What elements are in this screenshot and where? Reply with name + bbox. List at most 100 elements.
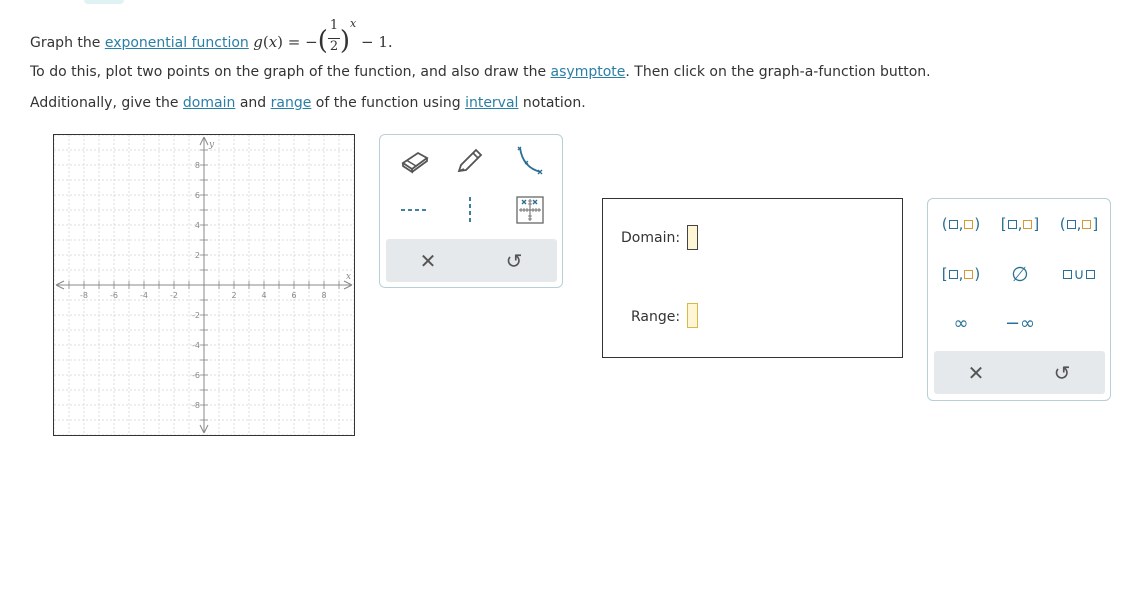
y-tick-label: -2: [192, 311, 200, 320]
fraction-denominator: 2: [329, 39, 339, 54]
exponential-curve-icon: [517, 146, 543, 175]
domain-link[interactable]: domain: [183, 95, 235, 111]
range-input[interactable]: [687, 303, 698, 328]
y-tick-label: 4: [195, 221, 200, 230]
blank-box-icon: [1082, 219, 1092, 229]
answer-box: Domain: Range:: [602, 198, 903, 358]
pencil-icon: [457, 148, 483, 173]
blank-box-icon: [1086, 269, 1096, 279]
dashed-line-icon: [401, 209, 427, 211]
blank-box-icon: [1007, 219, 1017, 229]
palette-undo-button[interactable]: ↺: [1020, 351, 1104, 394]
problem-line-3: Additionally, give the domain and range …: [30, 95, 586, 111]
x-axis-label: x: [346, 272, 351, 282]
toolbox-actions: ✕ ↺: [386, 239, 557, 282]
y-axis-label: y: [208, 140, 215, 150]
problem-text: and: [239, 95, 267, 111]
blank-box-icon: [948, 219, 958, 229]
paren-right: ): [974, 215, 981, 233]
undo-icon: ↺: [1053, 360, 1071, 385]
function-expression: g(x) = −( 1 2 )x − 1.: [253, 17, 393, 56]
blank-box-icon: [1066, 219, 1076, 229]
problem-text: To do this, plot two points on the graph…: [30, 64, 547, 80]
infinity-icon: ∞: [953, 312, 969, 334]
close-icon: ✕: [967, 360, 985, 385]
left-paren: (: [317, 26, 328, 56]
fraction: 1 2: [327, 18, 340, 56]
blank-box-icon: [1062, 269, 1072, 279]
graph-canvas[interactable]: -8 -6 -4 -2 2 4 6 8 8 6 4 2 -2 -4 -6 -8 x y: [54, 135, 354, 435]
blank-box-icon: [964, 219, 974, 229]
empty-set-icon: ∅: [1011, 262, 1029, 286]
open-open-interval-button[interactable]: (,): [936, 211, 986, 237]
exponential-function-link[interactable]: exponential function: [105, 35, 249, 51]
problem-line-1: Graph the exponential function g(x) = −(…: [30, 17, 393, 60]
blank-box-icon: [1023, 219, 1033, 229]
palette-clear-button[interactable]: ✕: [934, 351, 1018, 394]
function-variable: x: [268, 33, 278, 51]
function-name: g: [253, 33, 263, 51]
y-tick-label: 8: [195, 161, 200, 170]
paren-left: (: [1059, 215, 1066, 233]
comma: ,: [958, 265, 964, 283]
y-tick-label: -6: [192, 371, 200, 380]
function-tail: − 1.: [361, 33, 393, 51]
problem-text: . Then click on the graph-a-function but…: [625, 64, 931, 80]
interval-link[interactable]: interval: [465, 95, 518, 111]
x-tick-label: 8: [321, 291, 326, 300]
pencil-tool[interactable]: [450, 141, 490, 181]
comma: ,: [958, 215, 964, 233]
range-link[interactable]: range: [271, 95, 312, 111]
equals-sign: =: [287, 33, 301, 51]
negative-infinity-icon: −∞: [1004, 312, 1036, 334]
vertical-dashed-line-tool[interactable]: [450, 190, 490, 230]
y-tick-label: 2: [195, 251, 200, 260]
domain-label: Domain:: [621, 230, 681, 246]
union-icon: ∪: [1073, 265, 1085, 283]
bracket-left: [: [941, 265, 948, 283]
x-tick-label: 6: [291, 291, 296, 300]
graph-clear-button[interactable]: ✕: [386, 239, 470, 282]
infinity-button[interactable]: ∞: [936, 310, 986, 336]
closed-open-interval-button[interactable]: [,): [936, 261, 986, 287]
open-closed-interval-button[interactable]: (,]: [1054, 211, 1104, 237]
y-tick-label: -4: [192, 341, 200, 350]
closed-closed-interval-button[interactable]: [,]: [995, 211, 1045, 237]
close-icon: ✕: [419, 248, 437, 273]
eraser-tool[interactable]: [394, 141, 434, 181]
undo-icon: ↺: [505, 248, 523, 273]
asymptote-link[interactable]: asymptote: [551, 64, 626, 80]
bracket-right: ]: [1033, 215, 1040, 233]
x-tick-label: -6: [110, 291, 118, 300]
exponent: x: [350, 17, 357, 30]
paren-right: ): [974, 265, 981, 283]
problem-text: of the function using: [315, 95, 461, 111]
problem-text: Graph the: [30, 35, 101, 51]
graph-toolbox: ✕ ↺: [379, 134, 563, 288]
x-tick-label: 4: [261, 291, 266, 300]
bracket-right: ]: [1092, 215, 1099, 233]
graph-a-function-tool[interactable]: [510, 190, 550, 230]
x-tick-label: -2: [170, 291, 178, 300]
blank-box-icon: [948, 269, 958, 279]
comma: ,: [1017, 215, 1023, 233]
coordinate-graph[interactable]: -8 -6 -4 -2 2 4 6 8 8 6 4 2 -2 -4 -6 -8 x y: [53, 134, 355, 436]
problem-text: Additionally, give the: [30, 95, 179, 111]
graph-a-function-icon: [516, 196, 544, 224]
domain-input[interactable]: [687, 225, 698, 250]
y-tick-label: 6: [195, 191, 200, 200]
graph-undo-button[interactable]: ↺: [472, 239, 556, 282]
palette-actions: ✕ ↺: [934, 351, 1105, 394]
x-tick-label: -8: [80, 291, 88, 300]
exponential-curve-tool[interactable]: [508, 141, 548, 181]
problem-text: notation.: [522, 95, 586, 111]
union-button[interactable]: ∪: [1054, 261, 1104, 287]
empty-set-button[interactable]: ∅: [995, 261, 1045, 287]
negative-infinity-button[interactable]: −∞: [995, 310, 1045, 336]
vertical-dashed-line-icon: [469, 197, 471, 223]
dashed-line-tool[interactable]: [394, 190, 434, 230]
x-tick-label: 2: [231, 291, 236, 300]
range-label: Range:: [631, 309, 681, 325]
paren-left: (: [941, 215, 948, 233]
interval-palette: (,) [,] (,] [,) ∅ ∪ ∞ −∞ ✕ ↺: [927, 198, 1111, 401]
